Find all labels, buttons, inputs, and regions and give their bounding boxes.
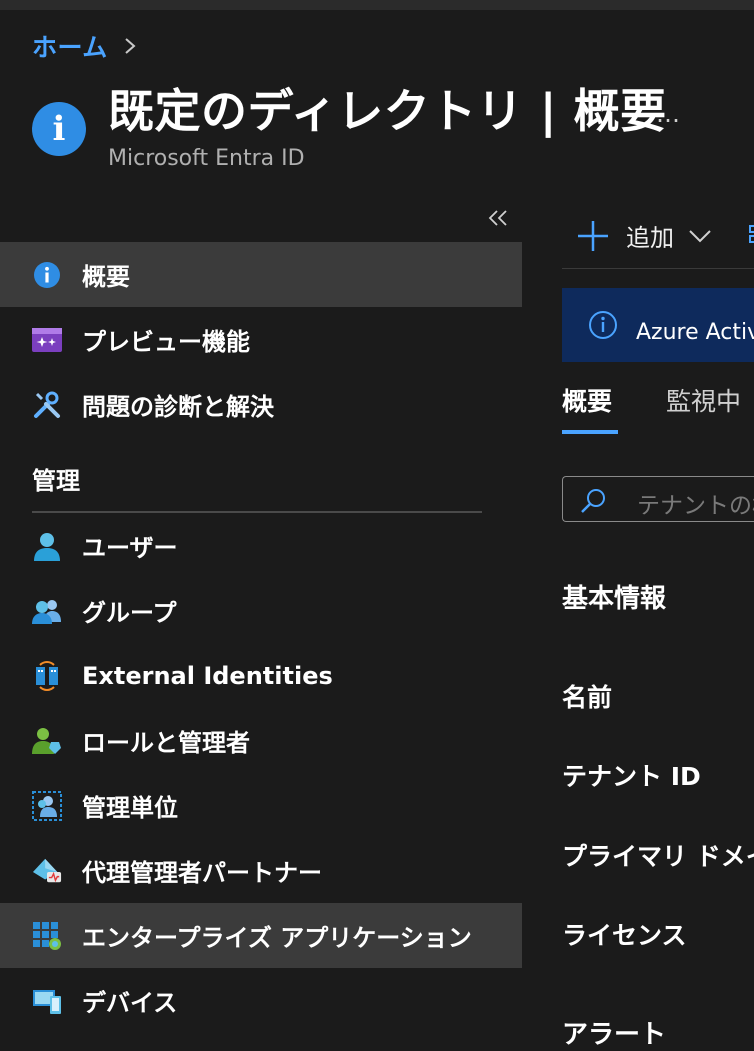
sidebar-item-users[interactable]: ユーザー	[0, 513, 522, 578]
chevron-down-icon	[689, 229, 711, 242]
alerts-heading: アラート	[562, 1020, 667, 1050]
search-placeholder: テナントの検索	[637, 493, 754, 519]
sidebar-item-delegated-partners[interactable]: 代理管理者パートナー	[0, 838, 522, 903]
sidebar-section-manage: 管理	[0, 437, 522, 513]
sidebar-item-label: デバイス	[82, 989, 178, 1017]
sidebar-item-external-identities[interactable]: External Identities	[0, 643, 522, 708]
enterprise-apps-icon	[32, 921, 62, 951]
sidebar-item-roles-admins[interactable]: ロールと管理者	[0, 708, 522, 773]
delegated-partner-icon	[32, 856, 62, 886]
tab-monitoring[interactable]: 監視中	[666, 382, 741, 418]
property-label-tenant-id: テナント ID	[562, 762, 701, 791]
add-button[interactable]: 追加	[576, 218, 712, 253]
command-bar: 追加	[562, 210, 754, 269]
top-bar	[0, 0, 754, 10]
page-subtitle: Microsoft Entra ID	[108, 146, 305, 171]
external-identities-icon	[32, 660, 62, 691]
sidebar-item-label: ユーザー	[82, 534, 178, 562]
sidebar-item-groups[interactable]: グループ	[0, 578, 522, 643]
search-icon	[581, 489, 605, 513]
sidebar-item-diagnose-solve[interactable]: 問題の診断と解決	[0, 372, 522, 437]
sidebar-item-label: 代理管理者パートナー	[82, 859, 322, 887]
add-button-label: 追加	[626, 224, 674, 252]
sidebar-item-label: プレビュー機能	[82, 328, 250, 356]
tab-overview[interactable]: 概要	[562, 382, 612, 418]
sidebar-nav: 概要 プレビュー機能 問題の診断と解決 管理 ユーザー グループ Externa…	[0, 242, 522, 1033]
page-title: 既定のディレクトリ | 概要	[108, 84, 667, 138]
sidebar-item-label: External Identities	[82, 661, 333, 690]
user-icon	[32, 531, 62, 561]
search-box[interactable]: テナントの検索	[562, 476, 754, 522]
manage-tenants-icon[interactable]	[748, 222, 754, 246]
more-options-button[interactable]: …	[656, 100, 681, 128]
sidebar-item-devices[interactable]: デバイス	[0, 968, 522, 1033]
sidebar-item-enterprise-apps[interactable]: エンタープライズ アプリケーション	[0, 903, 522, 968]
sidebar-item-admin-units[interactable]: 管理単位	[0, 773, 522, 838]
tab-strip: 概要 監視中	[562, 380, 754, 436]
info-banner: Azure Active Directory は Microsoft Entra…	[562, 288, 754, 362]
chevron-right-icon	[125, 38, 136, 54]
property-label-license: ライセンス	[562, 921, 687, 950]
preview-features-icon	[32, 325, 62, 355]
sidebar-item-preview-features[interactable]: プレビュー機能	[0, 307, 522, 372]
wrench-icon	[32, 390, 62, 420]
devices-icon	[32, 986, 62, 1016]
breadcrumb-home-link[interactable]: ホーム	[32, 28, 108, 64]
collapse-sidebar-icon[interactable]	[487, 208, 509, 228]
roles-icon	[32, 726, 62, 756]
sidebar-item-label: グループ	[82, 599, 177, 627]
sidebar-item-overview[interactable]: 概要	[0, 242, 522, 307]
info-icon	[589, 311, 617, 339]
admin-units-icon	[32, 790, 62, 821]
sidebar-item-label: エンタープライズ アプリケーション	[82, 924, 472, 952]
group-icon	[32, 596, 62, 626]
basic-info-heading: 基本情報	[562, 584, 667, 614]
plus-icon	[578, 220, 608, 251]
sidebar-item-label: ロールと管理者	[82, 729, 250, 757]
breadcrumb: ホーム	[32, 30, 136, 62]
banner-text: Azure Active Directory は Microsoft Entra…	[636, 320, 754, 345]
property-label-primary-domain: プライマリ ドメイン	[562, 842, 754, 871]
sidebar-item-label: 管理単位	[82, 794, 178, 822]
sidebar-item-label: 問題の診断と解決	[82, 393, 274, 421]
page-header: i 既定のディレクトリ | 概要 Microsoft Entra ID	[32, 82, 667, 171]
property-label-name: 名前	[562, 683, 613, 712]
info-icon: i	[32, 102, 86, 156]
sidebar-item-label: 概要	[82, 263, 130, 291]
sidebar-section-label: 管理	[32, 467, 80, 495]
info-icon	[32, 260, 62, 290]
active-tab-indicator	[562, 430, 618, 434]
